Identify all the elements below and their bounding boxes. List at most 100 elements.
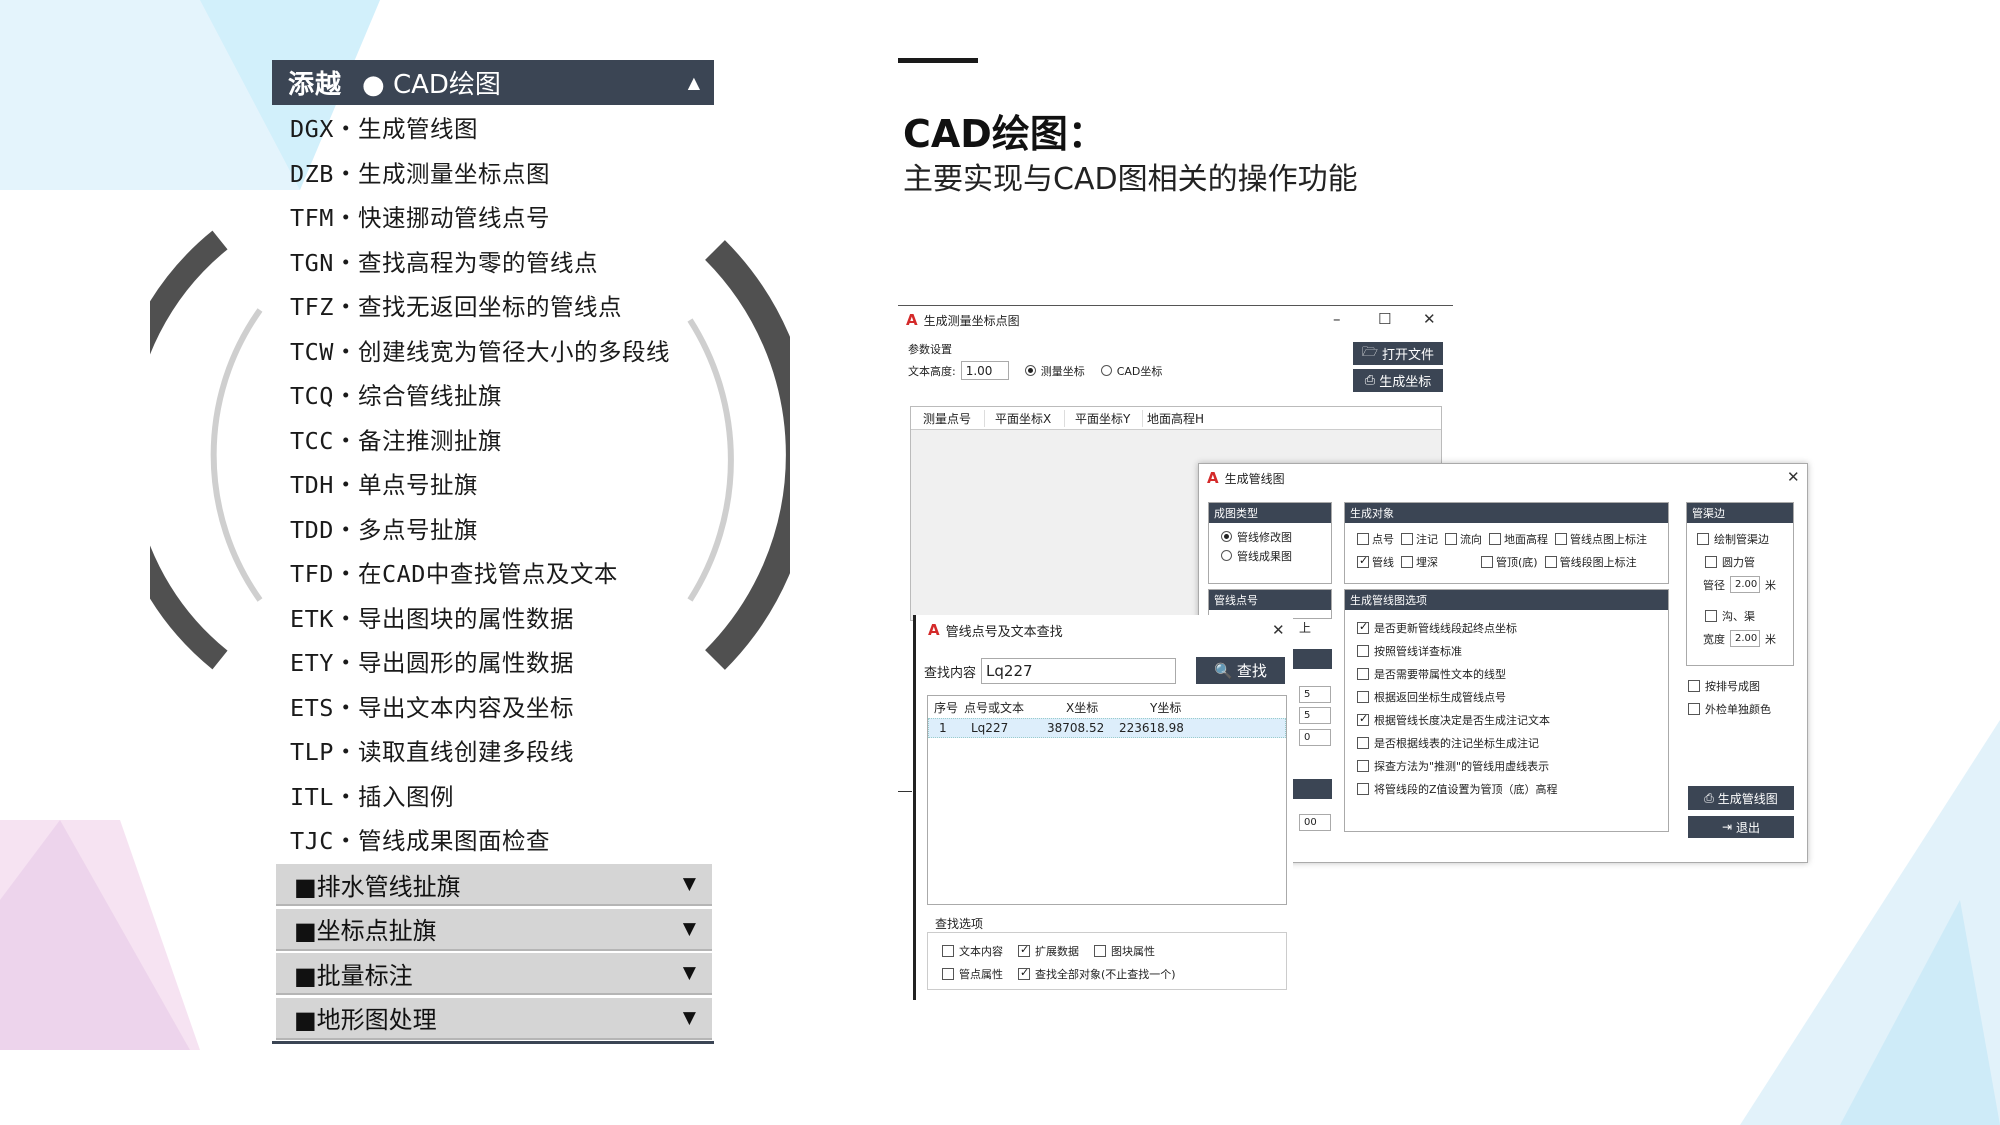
col-header[interactable]: Y坐标 [1130,699,1210,716]
col-header[interactable]: 序号 [928,699,964,716]
autocad-logo-icon: A [906,311,918,329]
col-header[interactable]: 平面坐标X [985,409,1065,427]
map-type-panel: 成图类型 管线修改图 管线成果图 [1208,502,1332,584]
map-type-head: 成图类型 [1209,503,1331,523]
menu-item-tfz[interactable]: TFZ・查找无返回坐标的管线点 [272,283,714,328]
obj-label: 注记 [1416,532,1438,546]
result-map-label: 管线成果图 [1237,549,1292,563]
menu-item-tdd[interactable]: TDD・多点号扯旗 [272,506,714,551]
menu-item-tcc[interactable]: TCC・备注推测扯旗 [272,417,714,462]
col-header[interactable]: 点号或文本 [964,699,1052,716]
col-header[interactable]: 地面高程H [1143,410,1223,427]
option-checkbox[interactable] [1357,712,1369,726]
obj-point-mark-checkbox[interactable] [1555,532,1567,545]
menu-group-batch-label[interactable]: ■批量标注 ▼ [276,953,712,995]
col-header[interactable]: 测量点号 [911,409,985,427]
option-label: 按照管线详查标准 [1374,644,1462,658]
obj-segment-mark-checkbox[interactable] [1544,555,1557,568]
option-label: 是否需要带属性文本的线型 [1374,667,1506,681]
params-group: 参数设置 文本高度: 1.00 测量坐标 CAD坐标 [908,341,1343,384]
opt-all-checkbox[interactable] [1018,966,1030,980]
opt-ext-checkbox[interactable] [1018,943,1030,957]
cad-coord-radio[interactable] [1100,365,1112,376]
open-file-button[interactable]: 🗁 打开文件 [1353,342,1443,365]
menu-item-tcq[interactable]: TCQ・综合管线扯旗 [272,372,714,417]
obj-elevation-checkbox[interactable] [1489,532,1501,545]
menu-item-tdh[interactable]: TDH・单点号扯旗 [272,461,714,506]
ditch-checkbox[interactable] [1705,609,1717,622]
option-checkbox[interactable] [1357,690,1369,703]
collapse-caret-icon[interactable]: ▲ [688,73,700,92]
survey-coord-radio[interactable] [1024,365,1036,376]
option-checkbox[interactable] [1357,620,1369,634]
opt-text-checkbox[interactable] [942,944,954,957]
menu-item-ety[interactable]: ETY・导出圆形的属性数据 [272,639,714,684]
menu-item-tlp[interactable]: TLP・读取直线创建多段线 [272,728,714,773]
outside-color-checkbox[interactable] [1688,702,1700,715]
options-head: 生成管线图选项 [1345,590,1668,610]
menu-item-tjc[interactable]: TJC・管线成果图面检查 [272,817,714,862]
menu-group-topo[interactable]: ■地形图处理 ▼ [276,997,712,1040]
partial-field[interactable]: 5 [1299,707,1331,724]
option-checkbox[interactable] [1357,736,1369,749]
obj-flow-checkbox[interactable] [1445,532,1457,545]
by-number-checkbox[interactable] [1688,679,1700,692]
menu-item-tfm[interactable]: TFM・快速挪动管线点号 [272,194,714,239]
search-button[interactable]: 🔍 查找 [1196,657,1285,684]
col-header[interactable]: X坐标 [1052,699,1130,716]
draw-edge-checkbox[interactable] [1697,532,1709,545]
menu-item-itl[interactable]: ITL・插入图例 [272,773,714,818]
menu-item-etk[interactable]: ETK・导出图块的属性数据 [272,595,714,640]
obj-note-checkbox[interactable] [1401,532,1413,545]
menu-header[interactable]: 添越 ● CAD绘图 ▲ [272,60,714,105]
round-pipe-checkbox[interactable] [1705,555,1717,568]
opt-point-label: 管点属性 [959,967,1003,981]
menu-item-dzb[interactable]: DZB・生成测量坐标点图 [272,150,714,195]
exit-button[interactable]: ⇥ 退出 [1688,816,1794,838]
search-label: 查找内容 [924,665,977,681]
expand-caret-icon: ▼ [682,918,696,939]
option-label: 根据管线长度决定是否生成注记文本 [1374,713,1550,727]
option-checkbox[interactable] [1357,667,1369,680]
partial-field[interactable]: 5 [1299,686,1331,703]
close-icon[interactable]: ✕ [1787,468,1800,486]
objects-panel: 生成对象 点号 注记 流向 地面高程 管线点图上标注 管线 埋深 管顶(底) 管… [1344,502,1669,584]
pipeline-window-title: 生成管线图 [1224,471,1285,486]
find-options-group: 查找选项 文本内容 扩展数据 图块属性 管点属性 查找全部对象(不止查找一个) [927,915,1287,990]
width-input[interactable]: 2.00 [1730,630,1760,647]
col-header[interactable]: 平面坐标Y [1065,409,1143,427]
opt-point-checkbox[interactable] [942,967,954,980]
obj-depth-checkbox[interactable] [1401,555,1413,568]
menu-item-tfd[interactable]: TFD・在CAD中查找管点及文本 [272,550,714,595]
generate-coords-button[interactable]: ⎙ 生成坐标 [1353,369,1443,392]
diameter-input[interactable]: 2.00 [1730,576,1760,593]
menu-group-drainage[interactable]: ■排水管线扯旗 ▼ [276,864,712,906]
menu-group-coord-flag[interactable]: ■坐标点扯旗 ▼ [276,908,712,951]
close-icon[interactable]: ✕ [1272,621,1285,639]
menu-item-tcw[interactable]: TCW・创建线宽为管径大小的多段线 [272,328,714,373]
menu-item-dgx[interactable]: DGX・生成管线图 [272,105,714,150]
option-checkbox[interactable] [1357,782,1369,795]
text-height-input[interactable]: 1.00 [960,361,1009,380]
search-input[interactable]: Lq227 [981,658,1177,684]
survey-coord-label: 测量坐标 [1040,364,1085,378]
close-icon[interactable]: ✕ [1423,310,1436,328]
menu-item-tgn[interactable]: TGN・查找高程为零的管线点 [272,239,714,284]
partial-field[interactable]: 0 [1299,729,1331,746]
table-row[interactable]: 1 Lq227 38708.52 223618.98 [928,718,1286,738]
obj-pipeline-checkbox[interactable] [1357,554,1369,568]
opt-block-checkbox[interactable] [1094,944,1106,957]
generate-pipeline-button[interactable]: ⎙ 生成管线图 [1688,786,1794,810]
result-map-radio[interactable] [1221,550,1232,561]
partial-field[interactable]: 00 [1299,814,1331,831]
option-checkbox[interactable] [1357,644,1369,657]
modify-map-radio[interactable] [1221,531,1232,542]
option-checkbox[interactable] [1357,759,1369,772]
width-label: 宽度 [1703,632,1725,646]
find-window-titlebar: A 管线点号及文本查找 ✕ [916,615,1293,645]
menu-item-ets[interactable]: ETS・导出文本内容及坐标 [272,684,714,729]
obj-pointno-checkbox[interactable] [1357,532,1369,545]
maximize-icon[interactable]: ☐ [1378,310,1391,328]
obj-pipetop-checkbox[interactable] [1481,555,1493,568]
minimize-icon[interactable]: – [1333,310,1341,328]
